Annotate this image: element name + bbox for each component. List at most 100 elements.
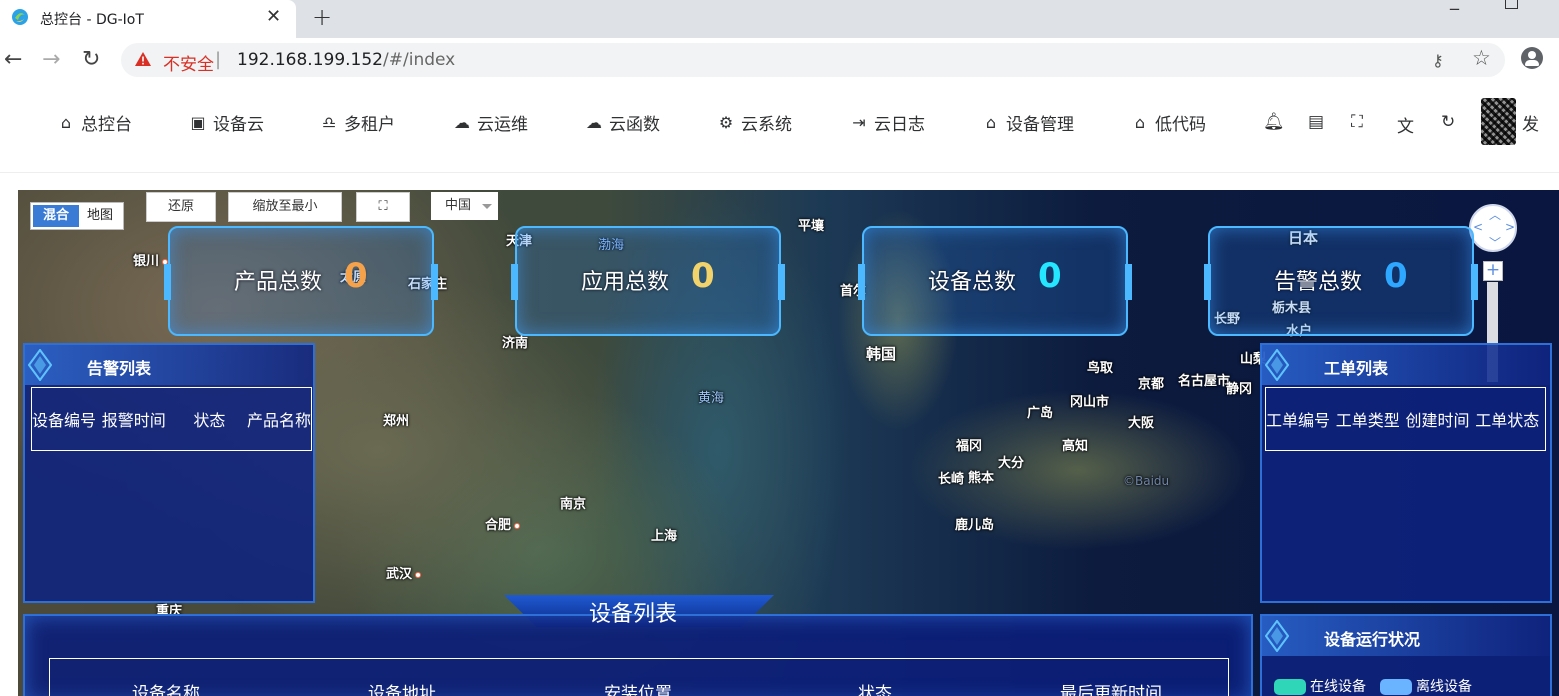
pan-left-icon[interactable]: < xyxy=(1473,220,1483,234)
stat-card-apps: 应用总数 0 xyxy=(511,226,785,336)
nav-item-tenants[interactable]: ♎ 多租户 xyxy=(320,110,395,135)
map-label: 大阪 xyxy=(1128,416,1155,431)
map-pan-control[interactable]: ︿ ﹀ < > xyxy=(1469,204,1517,252)
reload-icon[interactable]: ↻ xyxy=(82,47,100,72)
region-select[interactable]: 中国 xyxy=(431,192,498,220)
map-label: 韩国 xyxy=(866,345,897,363)
order-table-header: 工单编号 工单类型 创建时间 工单状态 xyxy=(1265,387,1546,451)
browser-tab-bar: 总控台 - DG-IoT ✕ + _ xyxy=(0,0,1559,38)
diamond-icon xyxy=(28,349,52,381)
key-icon[interactable]: ⚷ xyxy=(1432,51,1444,70)
map-label: 静冈 xyxy=(1226,382,1253,397)
browser-tab[interactable]: 总控台 - DG-IoT ✕ xyxy=(0,0,296,38)
col-header: 工单状态 xyxy=(1475,411,1540,430)
home-icon: ⌂ xyxy=(60,112,72,132)
nav-label: 云运维 xyxy=(477,114,528,135)
map-label: 鸟取 xyxy=(1087,361,1114,376)
col-header: 创建时间 xyxy=(1405,411,1470,430)
cloud-ops-icon: ☁ xyxy=(454,112,470,132)
col-header: 状态 xyxy=(193,411,226,430)
stat-value: 0 xyxy=(1038,256,1062,296)
nav-item-device-management[interactable]: ⌂ 设备管理 xyxy=(982,110,1074,135)
nav-label: 云日志 xyxy=(874,114,925,135)
map-fullscreen-button[interactable]: ⛶ xyxy=(356,192,410,222)
user-name[interactable]: 发 xyxy=(1522,110,1539,135)
profile-icon[interactable] xyxy=(1521,47,1543,69)
legend-swatch xyxy=(1274,679,1306,695)
stat-value: 0 xyxy=(344,256,368,296)
url-path: /#/index xyxy=(383,50,456,70)
insecure-label[interactable]: 不安全 xyxy=(163,50,214,75)
nav-item-cloud-logs[interactable]: ⇥ 云日志 xyxy=(850,110,925,135)
tab-title: 总控台 - DG-IoT xyxy=(40,12,144,28)
stat-card-devices: 设备总数 0 xyxy=(858,226,1132,336)
col-header: 安装位置 xyxy=(604,684,672,696)
url-separator: | xyxy=(215,49,222,70)
legend-online[interactable]: 在线设备 xyxy=(1274,676,1366,696)
nav-item-cloud-functions[interactable]: ☁ 云函数 xyxy=(585,110,660,135)
panel-header: 设备运行状况 xyxy=(1262,616,1550,656)
panel-title: 工单列表 xyxy=(1324,359,1389,378)
pan-right-icon[interactable]: > xyxy=(1505,220,1515,234)
bookmark-star-icon[interactable]: ☆ xyxy=(1472,46,1491,70)
stat-card-alarms: 告警总数 0 xyxy=(1204,226,1478,336)
nav-label: 设备云 xyxy=(213,114,264,135)
map-mode-map-button[interactable]: 地图 xyxy=(79,205,121,227)
map-restore-button[interactable]: 还原 xyxy=(146,192,216,222)
nav-item-cloud-ops[interactable]: ☁ 云运维 xyxy=(453,110,528,135)
device-list-title: 设备列表 xyxy=(589,602,678,627)
avatar[interactable] xyxy=(1481,98,1516,145)
stat-label: 应用总数 xyxy=(581,270,670,295)
stat-label: 产品总数 xyxy=(234,270,323,295)
map-label: 名古屋市 xyxy=(1178,374,1231,389)
translate-icon[interactable]: 文 xyxy=(1397,112,1414,137)
map-zoom-min-button[interactable]: 缩放至最小 xyxy=(228,192,342,222)
nav-item-low-code[interactable]: ⌂ 低代码 xyxy=(1131,110,1206,135)
col-header: 设备编号 xyxy=(32,411,97,430)
col-header: 报警时间 xyxy=(101,411,166,430)
map-zoom-in-button[interactable]: + xyxy=(1483,261,1503,281)
map-label: 广岛 xyxy=(1027,406,1054,421)
map-label: 黄海 xyxy=(698,391,725,406)
browser-address-bar: ← → ↻ 不安全 | 192.168.199.152/#/index ⚷ ☆ xyxy=(0,38,1559,83)
device-table: 设备名称 设备地址 安装位置 状态 最后更新时间 xyxy=(49,658,1229,696)
bell-icon[interactable]: 🔔︎ xyxy=(1263,112,1285,132)
home-filled-icon: ⌂ xyxy=(985,112,997,132)
nav-label: 低代码 xyxy=(1155,114,1206,135)
map-label: 银川 xyxy=(133,250,169,269)
col-header: 设备名称 xyxy=(132,684,200,696)
tab-close-icon[interactable]: ✕ xyxy=(266,6,281,27)
stat-label: 设备总数 xyxy=(928,270,1017,295)
nav-item-cloud-system[interactable]: ⚙ 云系统 xyxy=(717,110,792,135)
back-icon[interactable]: ← xyxy=(4,47,22,72)
map-label: 合肥 xyxy=(485,514,521,533)
map-label: 鹿儿岛 xyxy=(955,518,995,533)
window-maximize-button[interactable] xyxy=(1505,0,1518,9)
map-mode-hybrid-button[interactable]: 混合 xyxy=(33,205,79,227)
col-header: 工单编号 xyxy=(1266,411,1331,430)
url-input[interactable]: 不安全 | 192.168.199.152/#/index ⚷ ☆ xyxy=(121,43,1505,77)
nav-label: 云系统 xyxy=(741,114,792,135)
nav-item-dashboard[interactable]: ⌂ 总控台 xyxy=(57,110,132,135)
app-top-nav: ⌂ 总控台 ▣ 设备云 ♎ 多租户 ☁ 云运维 ☁ 云函数 ⚙ 云系统 ⇥ 云日… xyxy=(0,83,1559,173)
new-tab-button[interactable]: + xyxy=(312,3,332,31)
book-icon[interactable]: ▤ xyxy=(1308,112,1324,132)
dashboard-map[interactable]: 银川 天津 渤海 平壤 太原 石家庄 首尔 日本 济南 韩国 长野 栃木县 水户… xyxy=(18,190,1559,696)
map-label: 平壤 xyxy=(798,219,825,234)
nav-item-device-cloud[interactable]: ▣ 设备云 xyxy=(189,110,264,135)
stat-card-products: 产品总数 0 xyxy=(164,226,438,336)
panel-header: 告警列表 xyxy=(25,345,313,385)
refresh-icon[interactable]: ↻ xyxy=(1441,112,1455,132)
dgiot-logo-icon xyxy=(12,9,28,25)
pan-up-icon[interactable]: ︿ xyxy=(1489,206,1501,223)
pan-down-icon[interactable]: ﹀ xyxy=(1489,234,1501,251)
legend-offline[interactable]: 离线设备 xyxy=(1380,676,1472,696)
nav-label: 总控台 xyxy=(81,114,132,135)
device-status-legend: 在线设备 离线设备 xyxy=(1274,676,1472,696)
fullscreen-icon[interactable]: ⛶ xyxy=(1351,112,1363,132)
window-minimize-button[interactable]: _ xyxy=(1450,0,1459,11)
forward-icon[interactable]: → xyxy=(42,47,60,72)
map-mode-switch: 混合 地图 xyxy=(30,202,124,230)
map-label: 大分 xyxy=(998,456,1025,471)
diamond-icon xyxy=(1265,620,1289,652)
